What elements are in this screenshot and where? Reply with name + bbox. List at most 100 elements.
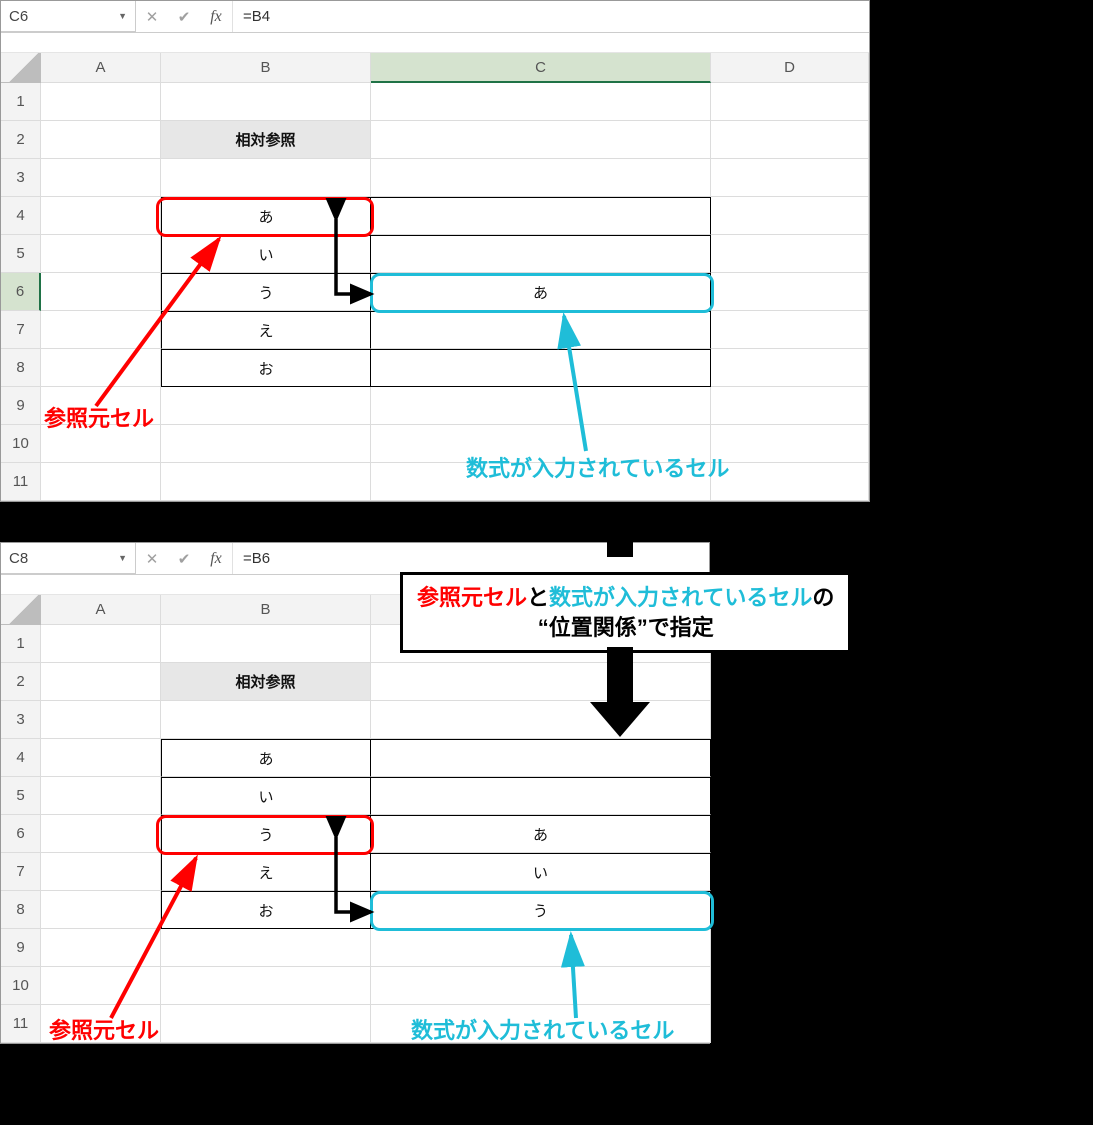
cell[interactable] xyxy=(161,625,371,663)
col-header-a[interactable]: A xyxy=(41,53,161,83)
cell-title[interactable]: 相対参照 xyxy=(161,121,371,159)
cell[interactable] xyxy=(711,273,869,311)
cell[interactable]: あ xyxy=(161,197,371,235)
cell[interactable] xyxy=(41,83,161,121)
cell[interactable] xyxy=(371,159,711,197)
cell[interactable] xyxy=(711,83,869,121)
select-all-corner[interactable] xyxy=(1,595,41,625)
cell-selected[interactable]: あ xyxy=(371,273,711,311)
cell[interactable] xyxy=(371,425,711,463)
row-header[interactable]: 1 xyxy=(1,83,41,121)
cell[interactable]: あ xyxy=(161,739,371,777)
cell[interactable]: い xyxy=(161,777,371,815)
cell[interactable]: あ xyxy=(371,815,711,853)
cell[interactable] xyxy=(161,701,371,739)
cell[interactable] xyxy=(161,83,371,121)
name-box[interactable]: C8 ▼ xyxy=(1,543,136,574)
spreadsheet-grid-top[interactable]: A B C D 1 2 相対参照 3 4 あ 5 い 6 xyxy=(1,53,869,501)
col-header-b[interactable]: B xyxy=(161,595,371,625)
cell[interactable] xyxy=(41,197,161,235)
row-header[interactable]: 7 xyxy=(1,311,41,349)
row-header[interactable]: 7 xyxy=(1,853,41,891)
row-header[interactable]: 5 xyxy=(1,235,41,273)
cell[interactable] xyxy=(41,967,161,1005)
cell[interactable] xyxy=(161,929,371,967)
cell[interactable] xyxy=(371,387,711,425)
row-header[interactable]: 2 xyxy=(1,121,41,159)
cell[interactable] xyxy=(371,663,711,701)
cell[interactable] xyxy=(711,197,869,235)
cell[interactable] xyxy=(371,967,711,1005)
cell[interactable] xyxy=(161,463,371,501)
cell[interactable] xyxy=(41,387,161,425)
formula-enter-button[interactable]: ✔ xyxy=(168,543,200,574)
cell[interactable]: え xyxy=(161,311,371,349)
cell[interactable] xyxy=(41,349,161,387)
cell[interactable] xyxy=(41,663,161,701)
cell[interactable] xyxy=(371,83,711,121)
cell[interactable] xyxy=(711,121,869,159)
col-header-a[interactable]: A xyxy=(41,595,161,625)
cell[interactable]: い xyxy=(161,235,371,273)
cell[interactable] xyxy=(41,739,161,777)
cell[interactable] xyxy=(41,929,161,967)
cell[interactable] xyxy=(41,159,161,197)
spreadsheet-grid-bottom[interactable]: A B 1 2 相対参照 3 4 あ 5 い 6 う あ 7 え xyxy=(1,595,709,1043)
cell[interactable] xyxy=(41,121,161,159)
row-header[interactable]: 2 xyxy=(1,663,41,701)
cell[interactable] xyxy=(711,311,869,349)
cell[interactable] xyxy=(41,701,161,739)
row-header[interactable]: 5 xyxy=(1,777,41,815)
cell[interactable]: う xyxy=(161,815,371,853)
cell[interactable] xyxy=(41,891,161,929)
formula-cancel-button[interactable]: ✕ xyxy=(136,543,168,574)
formula-input[interactable]: =B6 xyxy=(233,543,709,574)
row-header[interactable]: 3 xyxy=(1,159,41,197)
row-header[interactable]: 6 xyxy=(1,273,41,311)
col-header-c[interactable]: C xyxy=(371,53,711,83)
row-header[interactable]: 8 xyxy=(1,891,41,929)
cell[interactable] xyxy=(371,739,711,777)
row-header[interactable]: 10 xyxy=(1,425,41,463)
formula-enter-button[interactable]: ✔ xyxy=(168,1,200,32)
cell[interactable] xyxy=(161,387,371,425)
cell[interactable] xyxy=(161,425,371,463)
cell[interactable] xyxy=(371,311,711,349)
cell[interactable] xyxy=(41,1005,161,1043)
cell[interactable] xyxy=(711,425,869,463)
cell[interactable]: お xyxy=(161,349,371,387)
cell[interactable] xyxy=(41,463,161,501)
cell[interactable] xyxy=(41,311,161,349)
formula-cancel-button[interactable]: ✕ xyxy=(136,1,168,32)
cell[interactable]: う xyxy=(161,273,371,311)
cell[interactable] xyxy=(41,425,161,463)
cell[interactable] xyxy=(371,777,711,815)
select-all-corner[interactable] xyxy=(1,53,41,83)
cell[interactable] xyxy=(161,967,371,1005)
cell[interactable] xyxy=(371,929,711,967)
row-header[interactable]: 6 xyxy=(1,815,41,853)
cell[interactable] xyxy=(371,197,711,235)
row-header[interactable]: 4 xyxy=(1,197,41,235)
row-header[interactable]: 11 xyxy=(1,463,41,501)
cell[interactable] xyxy=(41,273,161,311)
cell[interactable] xyxy=(711,387,869,425)
cell[interactable] xyxy=(371,701,711,739)
cell[interactable]: お xyxy=(161,891,371,929)
row-header[interactable]: 9 xyxy=(1,929,41,967)
col-header-b[interactable]: B xyxy=(161,53,371,83)
cell[interactable] xyxy=(371,121,711,159)
row-header[interactable]: 9 xyxy=(1,387,41,425)
cell[interactable]: い xyxy=(371,853,711,891)
cell[interactable] xyxy=(711,349,869,387)
cell[interactable] xyxy=(41,777,161,815)
cell[interactable] xyxy=(41,853,161,891)
cell[interactable] xyxy=(41,815,161,853)
name-box[interactable]: C6 ▼ xyxy=(1,1,136,32)
cell[interactable]: う xyxy=(371,891,711,929)
cell[interactable] xyxy=(371,235,711,273)
row-header[interactable]: 1 xyxy=(1,625,41,663)
cell[interactable] xyxy=(41,625,161,663)
cell[interactable] xyxy=(161,1005,371,1043)
row-header[interactable]: 3 xyxy=(1,701,41,739)
